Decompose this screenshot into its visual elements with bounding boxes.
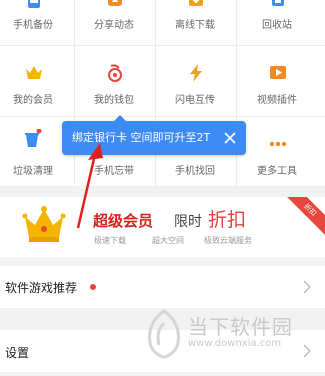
tool-more-tools[interactable]: 更多工具 xyxy=(240,117,314,187)
wallet-icon xyxy=(108,64,122,82)
tool-label: 离线下载 xyxy=(175,20,215,31)
tool-my-wallet[interactable]: 我的钱包 xyxy=(77,46,151,116)
tooltip-text: 绑定银行卡 空间即可升至2T xyxy=(72,131,211,144)
crown-icon xyxy=(26,66,42,79)
tool-video-plugin[interactable]: 视频插件 xyxy=(240,46,314,116)
vip-feature: 极致云端服务 xyxy=(204,236,252,245)
new-badge-dot xyxy=(90,284,96,290)
more-tools-icon xyxy=(269,141,287,147)
tool-lightning-transfer[interactable]: 闪电互传 xyxy=(158,46,232,116)
discount-label: 折扣 xyxy=(208,209,247,231)
tool-label: 手机备份 xyxy=(13,20,53,31)
share-feed-icon xyxy=(108,0,122,6)
vip-feature: 极速下载 xyxy=(94,236,126,245)
limited-time-label: 限时 xyxy=(174,214,202,230)
video-plugin-icon xyxy=(270,66,286,79)
tool-label: 我的钱包 xyxy=(94,95,134,106)
chevron-right-icon xyxy=(303,344,311,358)
discount-corner-tag: 折扣 xyxy=(280,197,325,240)
grid-divider xyxy=(155,0,156,187)
lightning-icon xyxy=(190,64,202,82)
super-vip-banner[interactable]: 超级会员 限时 折扣 极速下载 超大空间 极致云端服务 折扣 xyxy=(0,197,325,257)
tool-label: 我的会员 xyxy=(13,95,53,106)
settings-row[interactable]: 设置 xyxy=(0,330,325,372)
phone-backup-icon xyxy=(28,0,40,8)
tool-trash-clean[interactable]: 垃圾清理 xyxy=(0,117,70,187)
chevron-right-icon xyxy=(303,280,311,294)
grid-divider xyxy=(236,0,237,187)
recycle-bin-icon xyxy=(272,0,284,6)
tool-label: 闪电互传 xyxy=(175,95,215,106)
tool-offline-download[interactable]: 离线下载 xyxy=(158,0,232,45)
tool-label: 手机忘带 xyxy=(94,166,134,177)
row-label: 软件游戏推荐 xyxy=(5,281,78,295)
close-icon[interactable] xyxy=(224,132,236,144)
bind-bank-card-tooltip[interactable]: 绑定银行卡 空间即可升至2T xyxy=(62,115,246,155)
tool-recycle-bin[interactable]: 回收站 xyxy=(240,0,314,45)
row-label: 设置 xyxy=(5,346,30,360)
tool-label: 回收站 xyxy=(262,20,292,31)
offline-download-icon xyxy=(189,0,203,6)
grid-divider xyxy=(74,0,75,187)
trash-clean-icon xyxy=(25,129,42,147)
tool-label: 手机找回 xyxy=(175,166,215,177)
tool-label: 分享动态 xyxy=(94,20,134,31)
tool-label: 垃圾清理 xyxy=(13,166,53,177)
software-games-recommend-row[interactable]: 软件游戏推荐 xyxy=(0,266,325,308)
tools-grid: 手机备份 分享动态 离线下载 回收站 我的会员 我的钱包 闪电互传 视频插件 垃… xyxy=(0,0,325,187)
tool-phone-backup[interactable]: 手机备份 xyxy=(0,0,70,45)
tool-label: 更多工具 xyxy=(257,166,297,177)
tool-label: 视频插件 xyxy=(257,95,297,106)
crown-icon xyxy=(22,206,66,242)
vip-feature: 超大空间 xyxy=(152,236,184,245)
vip-title: 超级会员 xyxy=(93,212,154,230)
tool-my-membership[interactable]: 我的会员 xyxy=(0,46,70,116)
tool-share-feed[interactable]: 分享动态 xyxy=(77,0,151,45)
